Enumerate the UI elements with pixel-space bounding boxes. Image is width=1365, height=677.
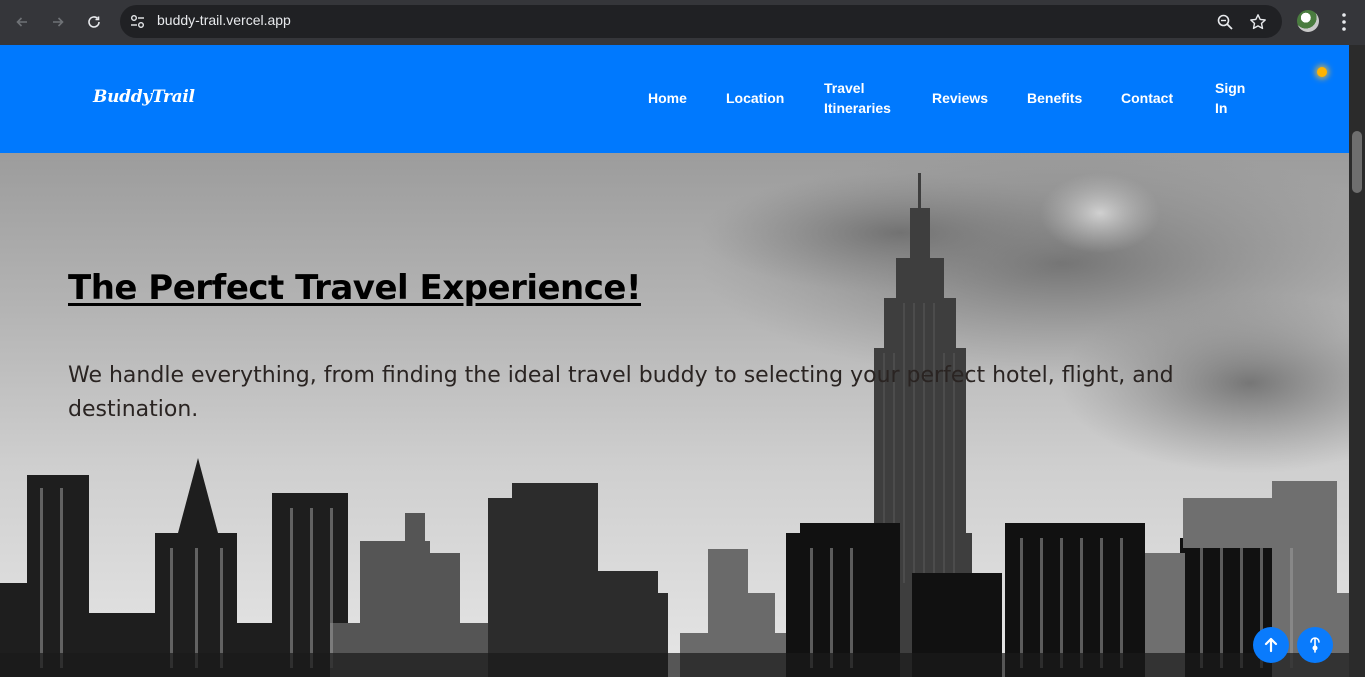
arrow-up-icon — [1264, 637, 1278, 653]
forward-arrow-icon — [53, 17, 64, 27]
hero-title: The Perfect Travel Experience! — [68, 268, 641, 308]
bookmark-star-icon[interactable] — [1249, 13, 1267, 31]
page-scrollbar[interactable] — [1349, 45, 1365, 677]
hero-description: We handle everything, from finding the i… — [68, 363, 1174, 422]
nav-link-sign-in[interactable]: Sign In — [1215, 78, 1245, 118]
scroll-to-top-button[interactable] — [1253, 627, 1289, 663]
cursor-toggle-button[interactable] — [1297, 627, 1333, 663]
profile-avatar[interactable] — [1297, 10, 1319, 32]
nav-link-line: Travel — [824, 80, 865, 96]
browser-toolbar: buddy-trail.vercel.app — [0, 0, 1365, 45]
site-navbar: BuddyTrail Home Location Travel Itinerar… — [0, 45, 1349, 153]
url-text[interactable]: buddy-trail.vercel.app — [157, 12, 291, 28]
reload-button[interactable] — [81, 9, 107, 35]
site-settings-icon[interactable] — [128, 12, 147, 31]
menu-kebab-icon[interactable] — [1334, 11, 1354, 33]
status-indicator-dot — [1317, 67, 1327, 77]
reload-icon — [88, 16, 100, 28]
nav-link-line: In — [1215, 100, 1228, 116]
cursor-pointer-icon — [1310, 637, 1320, 653]
nav-link-home[interactable]: Home — [648, 88, 687, 108]
site-logo[interactable]: BuddyTrail — [93, 87, 195, 107]
hero-section: The Perfect Travel Experience! We handle… — [0, 153, 1349, 677]
nav-link-benefits[interactable]: Benefits — [1027, 88, 1082, 108]
nav-link-contact[interactable]: Contact — [1121, 88, 1173, 108]
forward-button[interactable] — [45, 9, 71, 35]
nav-link-travel-itineraries[interactable]: Travel Itineraries — [824, 78, 891, 118]
nav-link-line: Sign — [1215, 80, 1246, 96]
zoom-icon[interactable] — [1216, 13, 1234, 31]
scrollbar-thumb[interactable] — [1352, 131, 1362, 193]
back-arrow-icon — [16, 17, 27, 27]
page-viewport: BuddyTrail Home Location Travel Itinerar… — [0, 45, 1349, 677]
address-bar[interactable]: buddy-trail.vercel.app — [120, 5, 1282, 38]
nav-link-reviews[interactable]: Reviews — [932, 88, 988, 108]
nav-link-line: Itineraries — [824, 100, 891, 116]
back-button[interactable] — [9, 9, 35, 35]
nav-link-location[interactable]: Location — [726, 88, 784, 108]
